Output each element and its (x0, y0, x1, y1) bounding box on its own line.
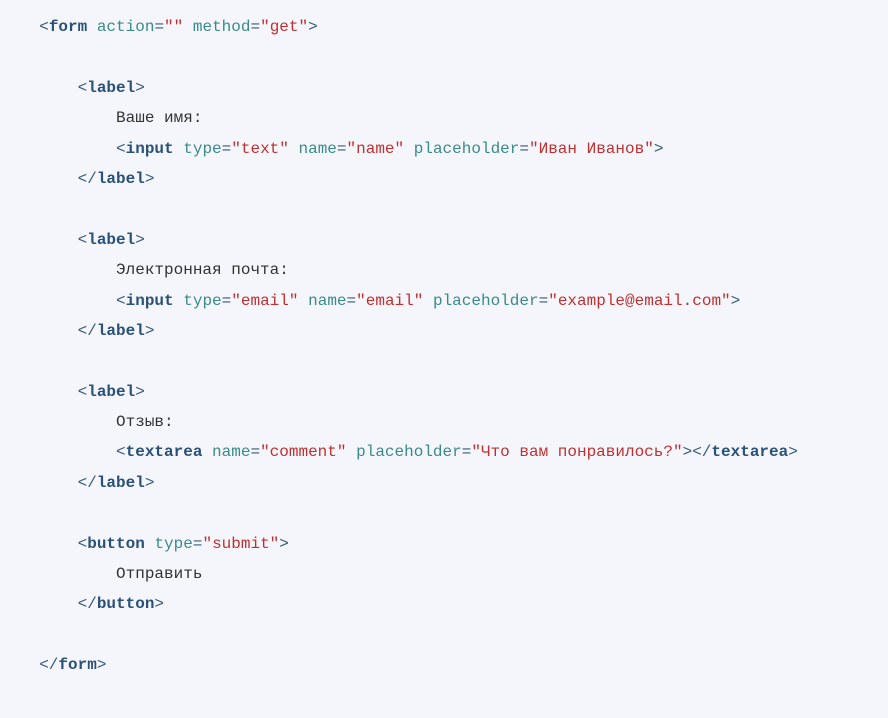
form-close-tag: form (58, 656, 96, 674)
line: <button type="submit"> (20, 535, 289, 553)
line: <input type="text" name="name" placehold… (20, 140, 663, 158)
email-label-text: Электронная почта: (116, 261, 289, 279)
line: <label> (20, 231, 145, 249)
line: </button> (20, 595, 164, 613)
comment-label-text: Отзыв: (116, 413, 174, 431)
line: <form action="" method="get"> (20, 18, 318, 36)
label-open-tag: label (87, 79, 135, 97)
line: Отправить (20, 565, 202, 583)
line: </label> (20, 474, 154, 492)
textarea-close-tag: textarea (711, 443, 788, 461)
form-open-tag: form (49, 18, 87, 36)
line: Ваше имя: (20, 109, 202, 127)
label-close-tag: label (97, 170, 145, 188)
line: <label> (20, 383, 145, 401)
line: </label> (20, 170, 154, 188)
textarea-open-tag: textarea (126, 443, 203, 461)
line: <label> (20, 79, 145, 97)
line: </label> (20, 322, 154, 340)
line: <textarea name="comment" placeholder="Чт… (20, 443, 798, 461)
line: </form> (20, 656, 106, 674)
name-label-text: Ваше имя: (116, 109, 202, 127)
code-block: <form action="" method="get"> <label> Ва… (0, 0, 888, 693)
line: <input type="email" name="email" placeho… (20, 292, 740, 310)
button-text: Отправить (116, 565, 202, 583)
line: Отзыв: (20, 413, 174, 431)
input-tag: input (126, 140, 174, 158)
line: Электронная почта: (20, 261, 289, 279)
button-open-tag: button (87, 535, 145, 553)
button-close-tag: button (97, 595, 155, 613)
